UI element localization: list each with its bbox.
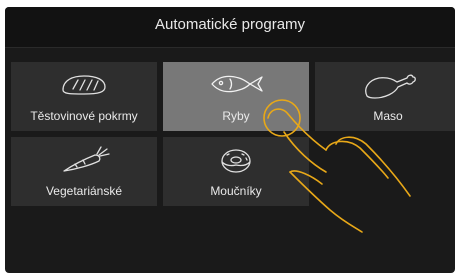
control-panel: Automatické programy Těstovinové pokrmy — [5, 7, 455, 273]
program-label: Vegetariánské — [45, 184, 123, 198]
program-tile-fish[interactable]: Ryby — [163, 62, 309, 131]
carrot-icon — [63, 146, 110, 172]
header-bar: Automatické programy — [5, 7, 455, 47]
program-label: Maso — [373, 109, 403, 123]
bread-icon — [62, 75, 106, 95]
header-divider — [5, 47, 455, 48]
meat-drumstick-icon — [365, 74, 416, 99]
donut-icon — [221, 149, 251, 173]
program-label: Ryby — [222, 109, 250, 123]
page-title: Automatické programy — [154, 16, 306, 33]
fish-icon — [211, 75, 263, 93]
program-tile-vegetarian[interactable]: Vegetariánské — [11, 137, 157, 206]
program-label: Těstovinové pokrmy — [30, 109, 138, 123]
oven-display: Automatické programy Těstovinové pokrmy — [0, 0, 460, 280]
program-tile-pasta[interactable]: Těstovinové pokrmy — [11, 62, 157, 131]
program-tile-meat[interactable]: Maso — [315, 62, 455, 131]
program-label: Moučníky — [210, 184, 262, 198]
program-tile-desserts[interactable]: Moučníky — [163, 137, 309, 206]
